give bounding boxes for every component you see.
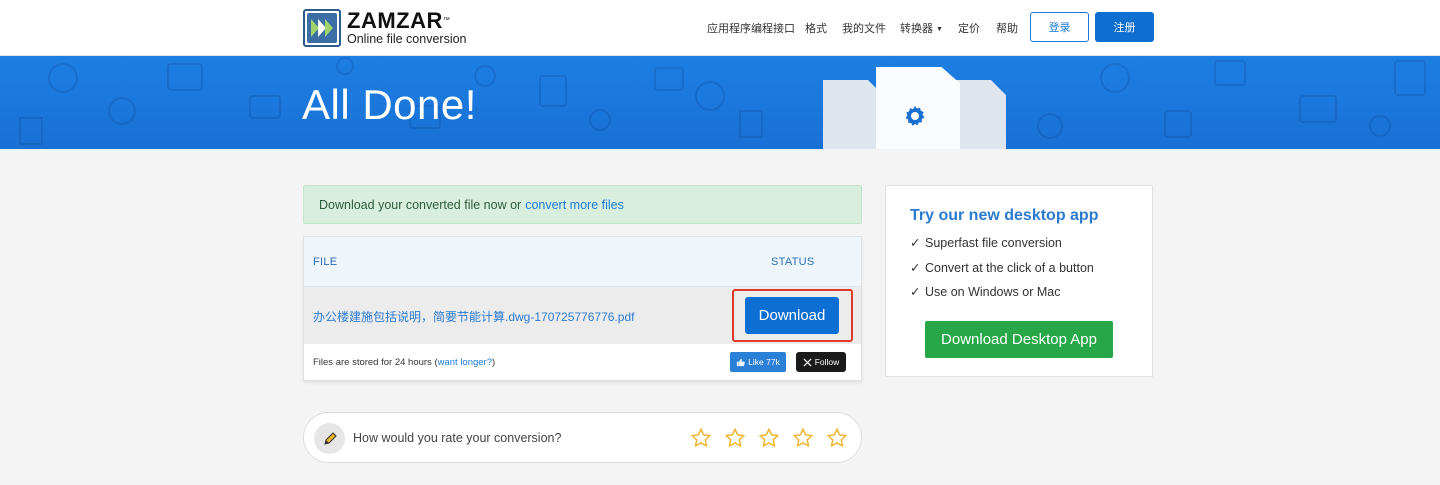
promo-feature: ✓ Superfast file conversion (910, 235, 1062, 250)
promo-feature-text: Use on Windows or Mac (925, 285, 1061, 299)
nav-converters-label: 转换器 (900, 23, 933, 35)
rating-bar: How would you rate your conversion? (303, 412, 862, 463)
x-logo-icon (803, 357, 812, 367)
nav-help[interactable]: 帮助 (996, 20, 1018, 36)
nav-pricing[interactable]: 定价 (958, 20, 980, 36)
checkmark-icon: ✓ (910, 285, 921, 299)
storage-note-text: Files are stored for 24 hours ( (313, 357, 438, 368)
top-header: ZAMZAR™ Online file conversion 应用程序编程接口 … (0, 0, 1440, 56)
logo-trademark: ™ (442, 17, 451, 24)
zamzar-logo[interactable]: ZAMZAR™ Online file conversion (303, 8, 467, 48)
checkmark-icon: ✓ (910, 236, 921, 250)
column-header-file: FILE (313, 256, 338, 268)
gear-icon (905, 106, 925, 126)
download-desktop-app-button[interactable]: Download Desktop App (925, 321, 1113, 358)
pencil-icon (314, 423, 345, 454)
file-name-link[interactable]: 办公楼建施包括说明，简要节能计算.dwg-170725776776.pdf (313, 308, 634, 325)
register-button[interactable]: 注册 (1095, 12, 1154, 42)
alert-text: Download your converted file now or (319, 197, 522, 212)
column-header-status: STATUS (771, 256, 815, 268)
logo-tagline: Online file conversion (347, 32, 467, 46)
table-header: FILE STATUS (304, 237, 861, 287)
login-button[interactable]: 登录 (1030, 12, 1089, 42)
rating-star-4-icon[interactable] (792, 427, 814, 449)
rating-star-2-icon[interactable] (724, 427, 746, 449)
convert-more-link[interactable]: convert more files (525, 198, 624, 212)
x-follow-button[interactable]: Follow (796, 352, 846, 372)
promo-feature: ✓ Use on Windows or Mac (910, 284, 1060, 299)
like-label: Like 77k (748, 357, 780, 367)
facebook-like-button[interactable]: Like 77k (730, 352, 786, 372)
follow-label: Follow (814, 357, 840, 367)
promo-feature-text: Convert at the click of a button (925, 261, 1094, 275)
logo-name: ZAMZAR (347, 8, 443, 33)
storage-note: Files are stored for 24 hours (want long… (313, 357, 495, 368)
promo-title: Try our new desktop app (910, 207, 1099, 224)
nav-formats[interactable]: 格式 (805, 20, 827, 36)
file-table: FILE STATUS 办公楼建施包括说明，简要节能计算.dwg-1707257… (303, 236, 862, 381)
rating-star-3-icon[interactable] (758, 427, 780, 449)
banner-pattern-icon (19, 57, 1426, 145)
checkmark-icon: ✓ (910, 261, 921, 275)
want-longer-link[interactable]: want longer? (438, 357, 492, 368)
promo-feature: ✓ Convert at the click of a button (910, 260, 1094, 275)
rating-question: How would you rate your conversion? (353, 431, 562, 445)
page-title: All Done! (302, 81, 477, 128)
hero-banner: All Done! (0, 56, 1440, 149)
rating-star-1-icon[interactable] (690, 427, 712, 449)
thumbs-up-icon (737, 358, 745, 366)
document-illustration-left (823, 80, 883, 149)
promo-feature-text: Superfast file conversion (925, 236, 1062, 250)
chevron-down-icon: ▼ (936, 26, 943, 33)
table-row: 办公楼建施包括说明，简要节能计算.dwg-170725776776.pdf Do… (304, 287, 861, 344)
nav-api[interactable]: 应用程序编程接口 (707, 20, 795, 36)
nav-converters[interactable]: 转换器 ▼ (900, 20, 943, 36)
table-footer: Files are stored for 24 hours (want long… (304, 344, 861, 380)
download-button[interactable]: Download (745, 297, 839, 334)
zamzar-logo-icon (303, 9, 341, 47)
success-alert: Download your converted file now or conv… (303, 185, 862, 224)
desktop-app-promo: Try our new desktop app ✓ Superfast file … (885, 185, 1153, 377)
rating-star-5-icon[interactable] (826, 427, 848, 449)
storage-note-suffix: ) (492, 357, 496, 368)
nav-my-files[interactable]: 我的文件 (842, 20, 886, 36)
